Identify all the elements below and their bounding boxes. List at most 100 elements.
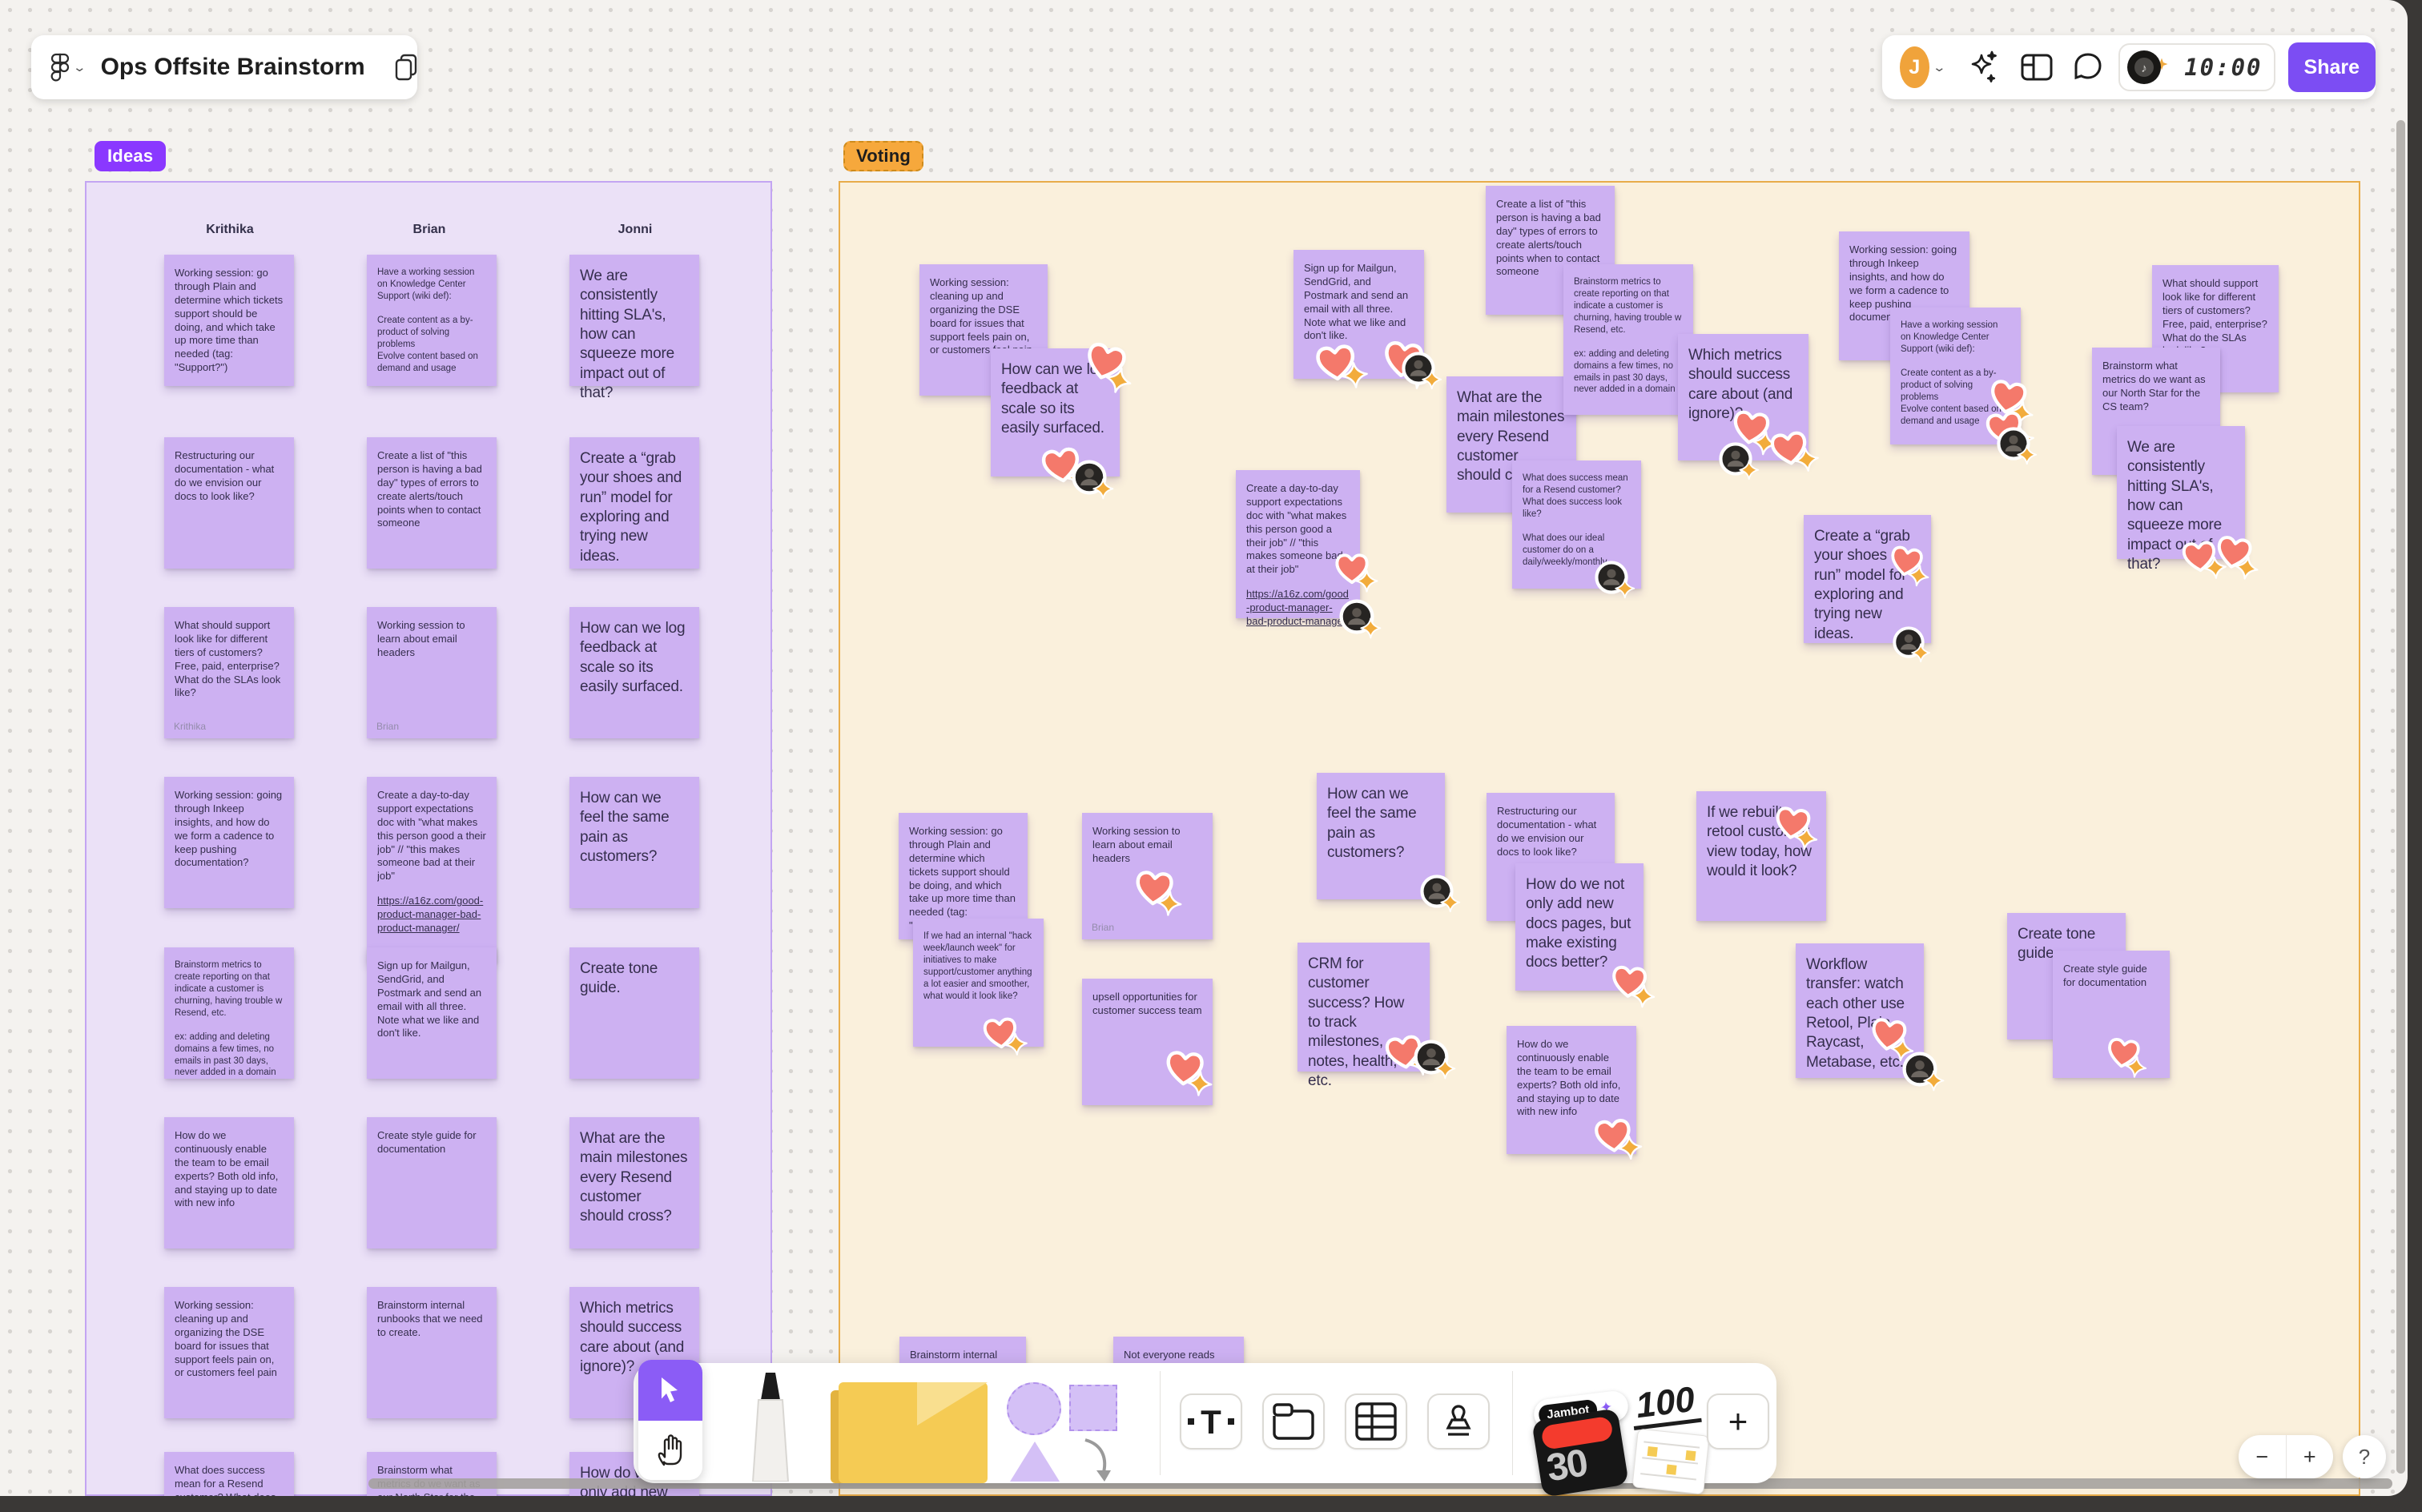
heart-vote-sticker[interactable] (1765, 424, 1820, 473)
avatar-vote-sticker[interactable] (1892, 625, 1931, 662)
sticky-note[interactable]: Create tone guide. (569, 947, 699, 1079)
templates-icon[interactable] (2019, 51, 2054, 83)
sticky-note[interactable]: Working session to learn about email hea… (1082, 813, 1213, 939)
help-button[interactable]: ? (2343, 1435, 2386, 1478)
avatar-vote-sticker[interactable] (1401, 351, 1442, 390)
avatar-chevron-down-icon[interactable]: ⌄ (1932, 60, 1946, 74)
table-tool-button[interactable] (1345, 1393, 1407, 1450)
heart-vote-sticker[interactable] (979, 1011, 1028, 1056)
sticky-note[interactable]: Have a working session on Knowledge Cent… (367, 255, 497, 386)
add-widget-button[interactable]: + (1707, 1393, 1769, 1450)
figma-logo-icon[interactable] (50, 53, 70, 82)
marker-tool[interactable] (736, 1371, 805, 1482)
heart-vote-sticker[interactable] (2102, 1031, 2146, 1078)
sticky-note[interactable]: Create a “grab your shoes and run” model… (1804, 515, 1931, 662)
sticky-note[interactable]: Restructuring our documentation - what d… (164, 437, 294, 569)
heart-vote-sticker[interactable] (1884, 539, 1929, 587)
avatar-vote-sticker[interactable] (1594, 560, 1635, 599)
sticky-note[interactable]: How do we continuously enable the team t… (1507, 1026, 1643, 1160)
chevron-down-icon[interactable]: ⌄ (72, 60, 86, 74)
sticky-note[interactable]: What does success mean for a Resend cust… (1512, 460, 1641, 599)
sticky-note[interactable]: What does success mean for a Resend cust… (164, 1452, 294, 1496)
zoom-out-button[interactable]: − (2239, 1435, 2286, 1478)
avatar[interactable]: J (1900, 46, 1929, 88)
sticky-note[interactable]: We are consistently hitting SLA's, how c… (2117, 426, 2259, 580)
text-tool-button[interactable]: T (1180, 1393, 1242, 1450)
sticky-note[interactable]: Create style guide for documentation (2053, 951, 2170, 1078)
sticky-note[interactable]: Have a working session on Knowledge Cent… (1890, 308, 2037, 465)
sticky-note-text: Working session to learn about email hea… (1092, 825, 1184, 864)
shape-square-tool[interactable] (1069, 1385, 1117, 1431)
sticky-note[interactable]: Create a day-to-day support expectations… (1236, 470, 1382, 639)
sticky-note[interactable]: Sign up for Mailgun, SendGrid, and Postm… (1293, 250, 1442, 390)
sticky-note[interactable]: Working session: cleaning up and organiz… (164, 1287, 294, 1418)
avatar-vote-sticker[interactable] (1718, 441, 1759, 481)
sticky-note-link[interactable]: https://a16z.com/good-product-manager-ba… (1246, 588, 1350, 629)
sticky-note[interactable]: CRM for customer success? How to track m… (1298, 943, 1456, 1089)
timer-30-sticker[interactable]: 30 (1531, 1408, 1629, 1496)
sticky-note[interactable]: How can we feel the same pain as custome… (1317, 773, 1460, 913)
avatar-vote-sticker[interactable] (1419, 874, 1460, 913)
heart-vote-sticker[interactable] (1332, 549, 1378, 593)
avatar-vote-sticker[interactable] (1338, 598, 1382, 639)
voting-section-label[interactable]: Voting (843, 141, 923, 171)
weekly-planner-sticker[interactable] (1631, 1428, 1710, 1495)
sticky-note[interactable]: Create a list of "this person is having … (367, 437, 497, 569)
ideas-section-label[interactable]: Ideas (95, 141, 167, 171)
sticky-note[interactable]: Working session: going through Inkeep in… (164, 777, 294, 908)
heart-vote-sticker[interactable] (2210, 529, 2259, 580)
sticky-note[interactable]: upsell opportunities for customer succes… (1082, 979, 1213, 1105)
sticky-note[interactable]: We are consistently hitting SLA's, how c… (569, 255, 699, 401)
sticky-note[interactable]: Brainstorm metrics to create reporting o… (164, 947, 294, 1079)
share-button[interactable]: Share (2287, 42, 2376, 92)
sticky-note[interactable]: Create a “grab your shoes and run” model… (569, 437, 699, 569)
hand-tool[interactable] (638, 1421, 702, 1480)
heart-vote-sticker[interactable] (1161, 1044, 1213, 1096)
sticky-note[interactable]: Working session to learn about email hea… (367, 607, 497, 738)
zoom-in-button[interactable]: + (2287, 1435, 2334, 1478)
file-title[interactable]: Ops Offsite Brainstorm (101, 54, 365, 81)
sticky-note[interactable]: If we had an internal "hack week/launch … (913, 919, 1044, 1056)
sticky-note[interactable]: If we rebuilt retool customer view today… (1696, 791, 1826, 921)
avatar-vote-sticker[interactable] (1071, 459, 1114, 500)
sticky-note[interactable]: Brainstorm what metrics do we want as ou… (367, 1452, 497, 1496)
connector-arrow-tool[interactable] (1080, 1435, 1120, 1485)
sticky-note[interactable]: How can we log feedback at scale so its … (991, 342, 1131, 500)
sticky-note-text: How can we feel the same pain as custome… (580, 790, 674, 865)
select-tool[interactable] (638, 1360, 702, 1421)
sticky-note[interactable]: Working session: go through Plain and de… (164, 255, 294, 386)
sticky-note[interactable]: Brainstorm metrics to create reporting o… (1563, 264, 1693, 415)
timer-widget[interactable]: ♪ 10:00 (2118, 43, 2275, 91)
sticky-note[interactable]: How do we not only add new docs pages, b… (1515, 863, 1656, 1008)
avatar-vote-sticker[interactable] (1413, 1039, 1456, 1080)
shape-circle-tool[interactable] (1007, 1382, 1061, 1435)
heart-vote-sticker[interactable] (1310, 337, 1368, 388)
heart-vote-sticker[interactable] (1607, 959, 1656, 1008)
sticky-note[interactable]: Create style guide for documentation (367, 1117, 497, 1249)
sticky-note[interactable]: Sign up for Mailgun, SendGrid, and Postm… (367, 947, 497, 1079)
shape-triangle-tool[interactable] (1010, 1442, 1060, 1482)
stamp-tool-button[interactable] (1427, 1393, 1490, 1450)
sticky-note[interactable]: Which metrics should success care about … (1678, 334, 1820, 481)
ai-sparkle-icon[interactable] (1965, 49, 2002, 86)
avatar-vote-sticker[interactable] (1996, 426, 2037, 465)
sticky-note[interactable]: Create a day-to-day support expectations… (367, 777, 497, 963)
sticky-note-link[interactable]: https://a16z.com/good-product-manager-ba… (377, 895, 486, 935)
hundred-points-sticker[interactable]: 100 (1629, 1380, 1703, 1431)
sticky-note[interactable]: How can we log feedback at scale so its … (569, 607, 699, 738)
sticky-note-tool[interactable] (831, 1382, 991, 1483)
vertical-scrollbar[interactable] (2396, 120, 2405, 1474)
sticky-note[interactable]: How can we feel the same pain as custome… (569, 777, 699, 908)
comment-icon[interactable] (2072, 51, 2104, 83)
sticky-note[interactable]: How do we continuously enable the team t… (164, 1117, 294, 1249)
heart-vote-sticker[interactable] (1130, 864, 1182, 916)
section-tool-button[interactable] (1262, 1393, 1325, 1450)
pages-copy-icon[interactable] (392, 52, 420, 82)
sticky-note[interactable]: What should support look like for differ… (164, 607, 294, 738)
sticky-note[interactable]: Workflow transfer: watch each other use … (1796, 943, 1945, 1092)
sticky-note[interactable]: What are the main milestones every Resen… (569, 1117, 699, 1249)
sticky-note[interactable]: Brainstorm internal runbooks that we nee… (367, 1287, 497, 1418)
avatar-vote-sticker[interactable] (1901, 1051, 1945, 1092)
heart-vote-sticker[interactable] (1590, 1112, 1643, 1160)
heart-vote-sticker[interactable] (1769, 800, 1818, 850)
